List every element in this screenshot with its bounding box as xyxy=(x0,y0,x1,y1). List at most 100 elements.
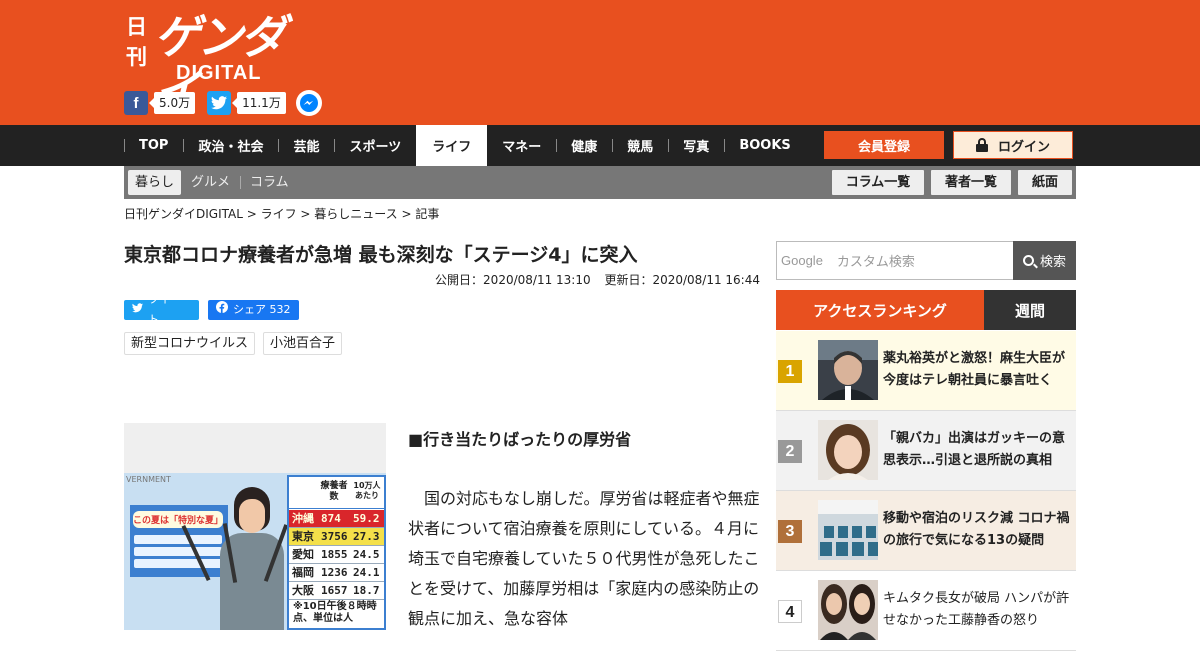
sub-nav-buttons: コラム一覧 著者一覧 紙面 xyxy=(825,170,1072,195)
nav-item[interactable]: マネー xyxy=(487,125,556,166)
rank-number: 2 xyxy=(778,440,802,463)
facebook-icon[interactable]: f xyxy=(124,91,148,115)
ranking-headline: 移動や宿泊のリスク減 コロナ禍の旅行で気になる13の疑問 xyxy=(883,511,1070,548)
ranking-thumbnail xyxy=(818,580,878,640)
login-label: ログイン xyxy=(997,139,1050,155)
register-button[interactable]: 会員登録 xyxy=(824,131,944,159)
nav-item[interactable]: 写真 xyxy=(668,125,724,166)
site-header: 日刊 ゲンダイ DIGITAL f 5.0万 11.1万 xyxy=(0,0,1200,125)
published-date: 公開日：2020/08/11 13:10 xyxy=(435,273,591,287)
twitter-count: 11.1万 xyxy=(232,92,286,114)
subnav-item[interactable]: コラム xyxy=(240,170,299,195)
photo-table-row: 愛知 1855 24.5 xyxy=(289,546,384,564)
article-dates: 公開日：2020/08/11 13:10 更新日：2020/08/11 16:4… xyxy=(360,271,760,288)
subnav-button[interactable]: 紙面 xyxy=(1018,170,1072,195)
facebook-count: 5.0万 xyxy=(148,92,196,114)
photo-table-per: 24.1 xyxy=(353,566,380,579)
photo-table-pref: 福岡 xyxy=(292,566,314,579)
subnav-item[interactable]: 暮らし xyxy=(128,170,182,195)
photo-backdrop-text: VERNMENT xyxy=(126,475,171,484)
photo-table-count: 1657 xyxy=(321,584,348,597)
share-label: シェア 532 xyxy=(233,303,291,316)
photo-table-count: 874 xyxy=(321,512,341,525)
subnav-button[interactable]: コラム一覧 xyxy=(832,170,924,195)
ranking-headline: キムタク長女が破局 ハンパが許せなかった工藤静香の怒り xyxy=(883,591,1070,628)
nav-items: TOP 政治・社会 芸能 スポーツ ライフ マネー 健康 競馬 写真 BOOKS xyxy=(124,125,806,166)
nav-item[interactable]: 芸能 xyxy=(278,125,334,166)
nav-item[interactable]: スポーツ xyxy=(334,125,416,166)
ranking-item[interactable]: 4 キムタク長女が破局 ハンパが許せなかった工藤静香の怒り xyxy=(776,571,1076,651)
photo-table-note: ※10日午後８時時点、単位は人 xyxy=(293,601,377,624)
nav-item[interactable]: ライフ xyxy=(416,125,488,166)
photo-table-per: 18.7 xyxy=(353,584,380,597)
photo-table-row: 沖縄 874 59.2 xyxy=(289,510,384,528)
tag-link[interactable]: 小池百合子 xyxy=(263,332,343,355)
ranking-thumbnail xyxy=(818,500,878,560)
ranking-item[interactable]: 3 移動や宿泊のリスク減 コロナ禍の旅行で気になる13の疑問 xyxy=(776,491,1076,571)
breadcrumb[interactable]: 日刊ゲンダイDIGITAL > ライフ > 暮らしニュース > 記事 xyxy=(124,206,439,222)
twitter-bird-icon xyxy=(132,300,143,320)
section-heading: ■行き当たりばったりの厚労省 xyxy=(408,430,632,449)
ranking-headline: 薬丸裕英がと激怒！麻生大臣が今度はテレ朝社員に暴言吐く xyxy=(883,351,1066,388)
search-button[interactable]: 検索 xyxy=(1013,241,1076,280)
rank-number: 3 xyxy=(778,520,802,543)
search-placeholder: カスタム検索 xyxy=(836,255,915,270)
subnav-button[interactable]: 著者一覧 xyxy=(931,170,1011,195)
photo-table-head-per: 10万人あたり xyxy=(353,481,381,500)
article-photo[interactable]: VERNMENT この夏は「特別な夏」 療養者数 10万人あたり 沖縄 874 59… xyxy=(124,423,386,630)
article-tags: 新型コロナウイルス 小池百合子 xyxy=(124,332,350,355)
photo-table-pref: 愛知 xyxy=(292,548,314,561)
logo-kanji: 日刊 xyxy=(126,14,147,69)
photo-table-row: 大阪 1657 18.7 xyxy=(289,582,384,600)
ranking-headline: 「親バカ」出演はガッキーの意思表示…引退と退所説の真相 xyxy=(883,431,1066,468)
nav-item[interactable]: TOP xyxy=(124,125,183,166)
photo-sign: この夏は「特別な夏」 xyxy=(130,505,228,577)
photo-table-pref: 東京 xyxy=(292,530,314,543)
ranking-header: アクセスランキング 週間 xyxy=(776,290,1076,330)
tag-link[interactable]: 新型コロナウイルス xyxy=(124,332,256,355)
photo-table-pref: 沖縄 xyxy=(292,512,314,525)
social-counters: f 5.0万 11.1万 xyxy=(124,90,322,116)
article-title: 東京都コロナ療養者が急増 最も深刻な「ステージ4」に突入 xyxy=(124,244,638,266)
ranking-title[interactable]: アクセスランキング xyxy=(776,290,984,330)
nav-item[interactable]: BOOKS xyxy=(724,125,805,166)
ranking-thumbnail xyxy=(818,420,878,480)
ranking-item[interactable]: 2 「親バカ」出演はガッキーの意思表示…引退と退所説の真相 xyxy=(776,411,1076,491)
photo-table-row: 福岡 1236 24.1 xyxy=(289,564,384,582)
ranking-item[interactable]: 1 薬丸裕英がと激怒！麻生大臣が今度はテレ朝社員に暴言吐く xyxy=(776,331,1076,411)
tweet-label: ツイート xyxy=(148,293,181,326)
photo-sign-row xyxy=(134,559,222,568)
nav-item[interactable]: 健康 xyxy=(556,125,612,166)
tweet-button[interactable]: ツイート xyxy=(124,293,199,326)
nav-item[interactable]: 競馬 xyxy=(612,125,668,166)
sub-nav: 暮らし グルメ コラム コラム一覧 著者一覧 紙面 xyxy=(124,166,1076,199)
facebook-share-button[interactable]: シェア 532 xyxy=(208,300,299,320)
ranking-thumbnail xyxy=(818,340,878,400)
search-input[interactable]: Google カスタム検索 xyxy=(776,241,1013,280)
lock-icon xyxy=(975,138,988,152)
photo-table-count: 1855 xyxy=(321,548,348,561)
photo-speaker-face xyxy=(239,499,265,533)
logo-digital: DIGITAL xyxy=(176,62,262,84)
messenger-icon[interactable] xyxy=(295,90,322,116)
photo-table-count: 3756 xyxy=(321,530,348,543)
search-icon xyxy=(1022,255,1034,266)
photo-sign-row xyxy=(134,547,222,556)
photo-table: 療養者数 10万人あたり 沖縄 874 59.2 東京 3756 27.3 愛知 1855 24… xyxy=(287,475,386,630)
site-logo[interactable]: 日刊 ゲンダイ DIGITAL xyxy=(126,10,306,118)
share-buttons: ツイート シェア 532 xyxy=(124,293,299,326)
ranking-tab-weekly[interactable]: 週間 xyxy=(984,290,1076,330)
article-body: 国の対応もなし崩しだ。厚労省は軽症者や無症状者について宿泊療養を原則にしている。… xyxy=(408,489,760,628)
photo-table-head-count: 療養者数 xyxy=(320,481,348,502)
nav-item[interactable]: 政治・社会 xyxy=(183,125,278,166)
login-button[interactable]: ログイン xyxy=(953,131,1073,159)
google-brand-label: Google xyxy=(781,253,823,268)
photo-sign-title: この夏は「特別な夏」 xyxy=(133,511,223,528)
twitter-icon[interactable] xyxy=(207,91,232,115)
photo-table-row: 東京 3756 27.3 xyxy=(289,528,384,546)
photo-sign-row xyxy=(134,535,222,544)
subnav-item[interactable]: グルメ xyxy=(181,170,240,195)
photo-table-count: 1236 xyxy=(321,566,348,579)
search-button-label: 検索 xyxy=(1039,255,1066,270)
photo-table-per: 24.5 xyxy=(353,548,380,561)
